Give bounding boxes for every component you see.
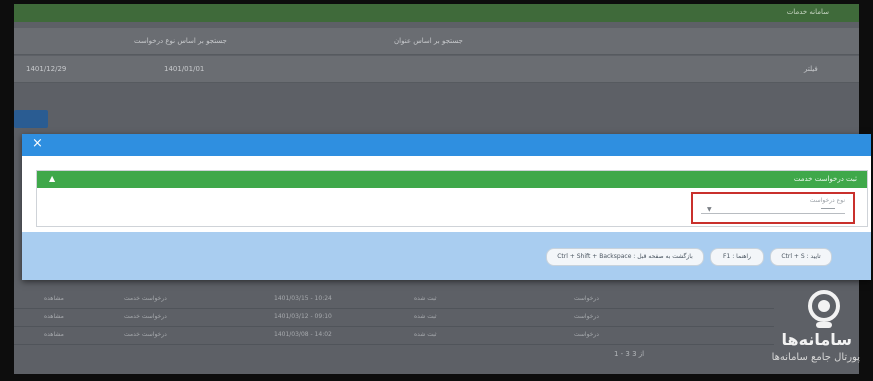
row-type: درخواست خدمت (124, 313, 167, 320)
chevron-up-icon[interactable]: ▲ (49, 174, 55, 183)
modal-header: × (22, 134, 871, 156)
row-title: درخواست (574, 313, 599, 320)
back-button[interactable]: Ctrl + Shift + Backspace : بازگشت به صفح… (546, 248, 704, 266)
search-type-input[interactable]: جستجو بر اساس نوع درخواست (134, 37, 227, 45)
request-type-label: نوع درخواست (809, 197, 845, 204)
row-status: ثبت شده (414, 295, 437, 302)
row-action[interactable]: مشاهده (44, 295, 64, 302)
search-row: جستجو بر اساس نوع درخواست جستجو بر اساس … (14, 28, 859, 55)
watermark-name: سامانه‌ها (781, 330, 852, 349)
row-title: درخواست (574, 295, 599, 302)
row-date: 1401/03/15 - 10:24 (274, 295, 332, 302)
filter-label: فیلتر (804, 65, 818, 73)
date-to-field[interactable]: 1401/12/29 (26, 65, 66, 73)
row-type: درخواست خدمت (124, 331, 167, 338)
action-bar: Ctrl + Shift + Backspace : بازگشت به صفح… (22, 232, 871, 280)
request-type-select[interactable]: نوع درخواست ▼ (691, 192, 855, 224)
row-date: 1401/03/08 - 14:02 (274, 331, 332, 338)
add-button[interactable] (14, 110, 48, 128)
close-icon[interactable]: × (32, 137, 43, 151)
row-title: درخواست (574, 331, 599, 338)
row-type: درخواست خدمت (124, 295, 167, 302)
row-action[interactable]: مشاهده (44, 313, 64, 320)
field-value-placeholder (821, 208, 835, 209)
filter-row: 1401/12/29 1401/01/01 فیلتر (14, 56, 859, 83)
table-row[interactable]: مشاهده درخواست خدمت 1401/03/12 - 09:10 ث… (14, 308, 774, 327)
confirm-button[interactable]: Ctrl + S : تایید (770, 248, 832, 266)
table-row[interactable]: مشاهده درخواست خدمت 1401/03/08 - 14:02 ث… (14, 326, 774, 345)
help-button[interactable]: F1 : راهنما (710, 248, 764, 266)
watermark-logo: سامانه‌ها پورتال جامع سامانه‌ها (722, 288, 870, 373)
row-date: 1401/03/12 - 09:10 (274, 313, 332, 320)
table-row[interactable]: مشاهده درخواست خدمت 1401/03/15 - 10:24 ث… (14, 290, 774, 309)
watermark-subtitle: پورتال جامع سامانه‌ها (771, 352, 860, 363)
app-topbar-label: سامانه خدمات (786, 8, 829, 16)
pagination-info: 1 - 3 از 3 (614, 350, 645, 358)
row-action[interactable]: مشاهده (44, 331, 64, 338)
row-status: ثبت شده (414, 313, 437, 320)
date-from-field[interactable]: 1401/01/01 (164, 65, 204, 73)
panel-title: ثبت درخواست خدمت (793, 175, 857, 183)
panel-header[interactable]: ▲ ثبت درخواست خدمت (37, 171, 867, 188)
search-title-input[interactable]: جستجو بر اساس عنوان (394, 37, 463, 45)
field-underline (701, 213, 845, 214)
row-status: ثبت شده (414, 331, 437, 338)
request-modal: × ▲ ثبت درخواست خدمت نوع درخواست ▼ Ctrl … (22, 134, 871, 280)
app-topbar: سامانه خدمات (14, 4, 859, 22)
chevron-down-icon[interactable]: ▼ (707, 206, 712, 213)
logo-icon (808, 290, 840, 328)
request-panel: ▲ ثبت درخواست خدمت نوع درخواست ▼ (36, 170, 868, 227)
